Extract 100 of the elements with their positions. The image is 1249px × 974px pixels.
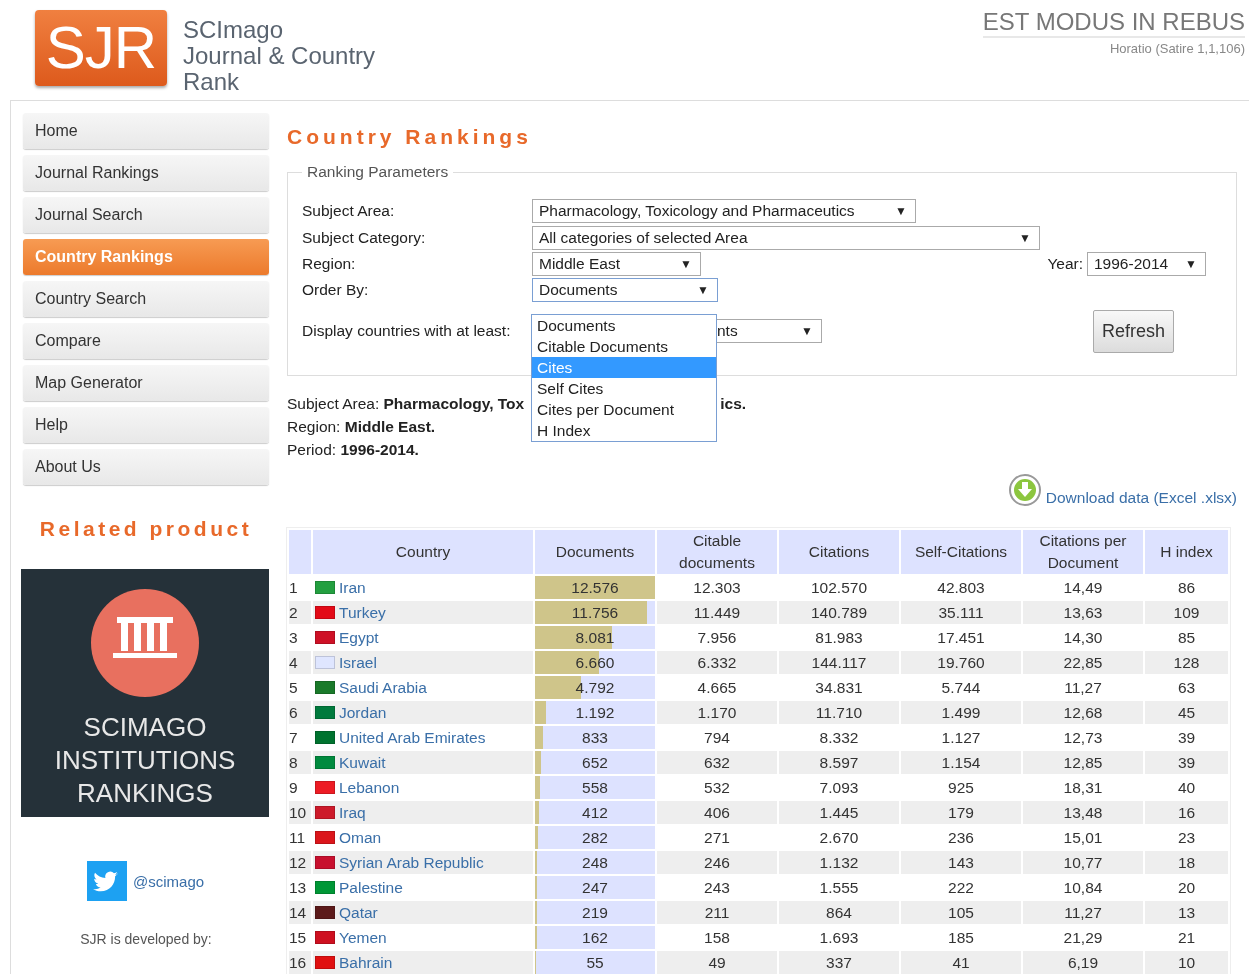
column-header[interactable]: Citations per Document: [1023, 530, 1143, 574]
country-link[interactable]: Saudi Arabia: [339, 678, 427, 697]
nav-item[interactable]: Help: [23, 407, 269, 443]
field-label: Subject Category:: [302, 229, 427, 247]
dropdown-option[interactable]: Cites per Document: [532, 399, 716, 420]
table-cell-text: 7.956: [696, 627, 738, 648]
twitter-link[interactable]: @scimago: [133, 872, 205, 890]
motto-source: Horatio (Satire 1,1,106): [1108, 40, 1245, 58]
country-link[interactable]: Oman: [339, 828, 382, 847]
table-cell-text: 532: [703, 777, 731, 798]
country-link[interactable]: Qatar: [339, 903, 378, 922]
column-header[interactable]: Country: [313, 530, 533, 574]
table-cell: 13,63: [1023, 601, 1143, 624]
table-cell-text: 14,30: [1062, 627, 1104, 648]
download-link[interactable]: Download data (Excel .xlsx): [1045, 489, 1237, 507]
country-link[interactable]: Turkey: [339, 603, 386, 622]
table-cell: 140.789: [779, 601, 899, 624]
institutions-rankings-banner[interactable]: SCIMAGO INSTITUTIONS RANKINGS: [21, 569, 269, 817]
column-header[interactable]: Self-Citations: [901, 530, 1021, 574]
table-cell: 11,27: [1023, 901, 1143, 924]
rank-cell: 8: [289, 751, 311, 774]
dropdown-option[interactable]: H Index: [532, 420, 716, 441]
related-product-heading: Related product: [38, 517, 254, 541]
table-cell: 833: [582, 729, 608, 746]
table-cell: 13,48: [1023, 801, 1143, 824]
table-cell: 11.449: [657, 601, 777, 624]
subject-area-select[interactable]: Pharmacology, Toxicology and Pharmaceutics ▼: [532, 199, 916, 223]
dropdown-option[interactable]: Citable Documents: [532, 336, 716, 357]
nav-item[interactable]: About Us: [23, 449, 269, 485]
table-cell-text: 236: [947, 827, 975, 848]
table-cell-text: 40: [1176, 777, 1197, 798]
table-cell: 406: [657, 801, 777, 824]
country-link[interactable]: Egypt: [339, 628, 379, 647]
table-cell: 11.710: [779, 701, 899, 724]
site-title: Rank: [183, 69, 241, 95]
table-cell-text: 34.831: [814, 677, 864, 698]
table-cell: 219: [582, 904, 608, 921]
summary-text: Region: Middle East.: [287, 417, 436, 437]
country-link[interactable]: Lebanon: [339, 778, 400, 797]
order-by-select[interactable]: Documents ▼: [532, 278, 718, 302]
table-cell: 10,77: [1023, 851, 1143, 874]
table-cell-text: 15,01: [1062, 827, 1104, 848]
dropdown-option[interactable]: Self Cites: [532, 378, 716, 399]
column-header[interactable]: Documents: [535, 530, 655, 574]
rank-cell-text: 3: [289, 627, 299, 648]
nav-item[interactable]: Journal Search: [23, 197, 269, 233]
country-link[interactable]: Palestine: [339, 878, 403, 897]
rank-cell: 2: [289, 601, 311, 624]
country-link[interactable]: Yemen: [339, 928, 387, 947]
table-cell-text: 85: [1176, 627, 1197, 648]
nav-item[interactable]: Journal Rankings: [23, 155, 269, 191]
table-cell-text: 243: [703, 877, 731, 898]
table-cell: 143: [901, 851, 1021, 874]
nav-item[interactable]: Country Search: [23, 281, 269, 317]
table-cell: 1.445: [779, 801, 899, 824]
country-link[interactable]: Israel: [339, 653, 377, 672]
country-link[interactable]: Iraq: [339, 803, 366, 822]
table-cell: 8.597: [779, 751, 899, 774]
column-header[interactable]: H index: [1145, 530, 1228, 574]
rank-cell: 12: [289, 851, 311, 874]
nav-item[interactable]: Compare: [23, 323, 269, 359]
table-cell-text: 10,84: [1062, 877, 1104, 898]
table-cell: 109: [1145, 601, 1228, 624]
refresh-button[interactable]: Refresh: [1092, 309, 1174, 353]
field-label: Display countries with at least:: [302, 322, 512, 340]
bird-icon[interactable]: [87, 861, 127, 901]
table-cell: 144.117: [779, 651, 899, 674]
country-link[interactable]: Iran: [339, 578, 366, 597]
year-select[interactable]: 1996-2014 ▼: [1087, 252, 1206, 276]
institution-icon: [91, 589, 199, 697]
motto: EST MODUS IN REBUS: [982, 8, 1245, 38]
subject-category-select[interactable]: All categories of selected Area ▼: [532, 226, 1040, 250]
rank-cell-text: 7: [289, 727, 299, 748]
table-cell-text: 8.332: [818, 727, 860, 748]
nav-item[interactable]: Map Generator: [23, 365, 269, 401]
country-link[interactable]: United Arab Emirates: [339, 728, 486, 747]
region-select[interactable]: Middle East ▼: [532, 252, 701, 276]
table-cell-text: 86: [1176, 577, 1197, 598]
table-cell: 6,19: [1023, 951, 1143, 974]
country-link[interactable]: Kuwait: [339, 753, 386, 772]
table-cell: 247: [582, 879, 608, 896]
table-cell: 105: [901, 901, 1021, 924]
field-label: Subject Area:: [302, 202, 396, 220]
table-cell-text: 17.451: [936, 627, 986, 648]
table-cell-text: 222: [947, 877, 975, 898]
table-cell: 6.332: [657, 651, 777, 674]
banner-text: RANKINGS: [77, 777, 213, 810]
table-cell: 35.111: [901, 601, 1021, 624]
table-cell: 652: [582, 754, 608, 771]
dropdown-option[interactable]: Documents: [532, 315, 716, 336]
table-cell: 41: [901, 951, 1021, 974]
download-icon[interactable]: [1007, 473, 1042, 507]
country-link[interactable]: Jordan: [339, 703, 387, 722]
column-header[interactable]: Citable documents: [657, 530, 777, 574]
nav-item[interactable]: Home: [23, 113, 269, 149]
summary-text: Subject Area: Pharmacology, Tox: [287, 394, 525, 414]
rank-cell: 14: [289, 901, 311, 924]
table-cell: 16: [1145, 801, 1228, 824]
column-header[interactable]: Citations: [779, 530, 899, 574]
rank-cell-text: 11: [289, 827, 307, 848]
